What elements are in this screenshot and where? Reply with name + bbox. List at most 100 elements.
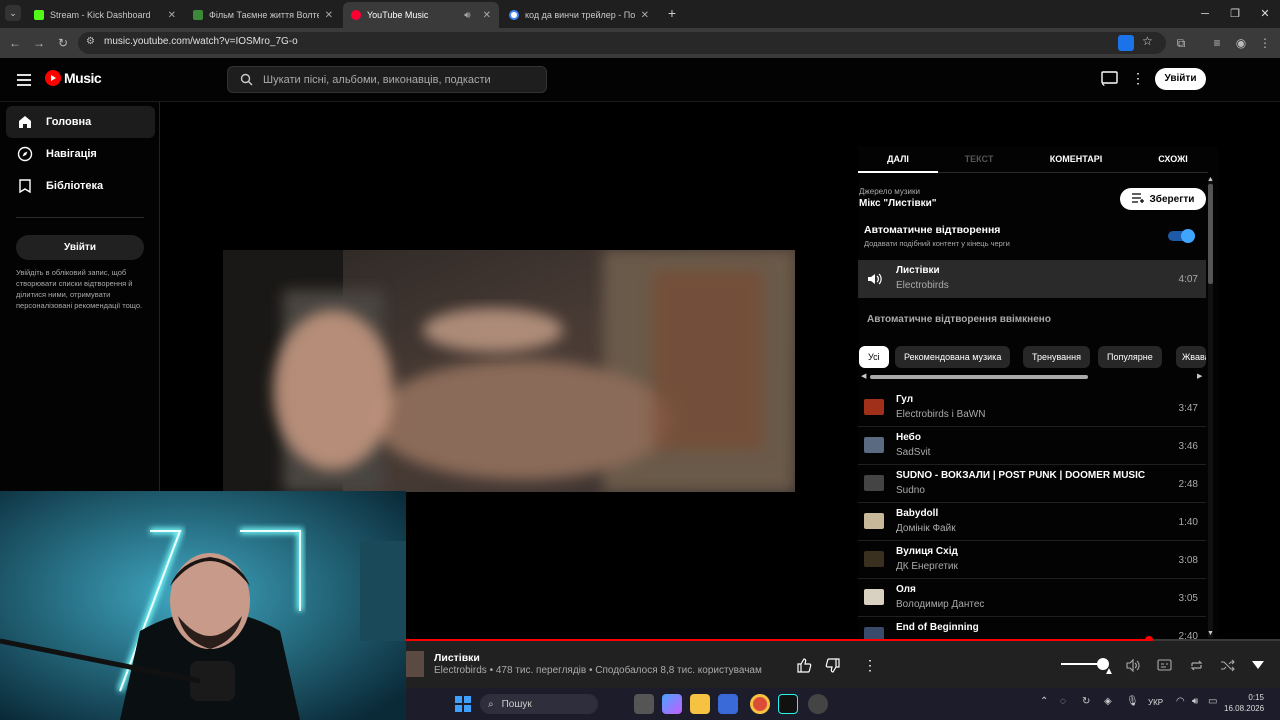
dislike-icon[interactable] [822,655,842,675]
tray-overflow-icon[interactable]: ⌃ [1040,696,1048,707]
queue-row[interactable]: Гул Electrobirds і BaWN 3:47 [858,389,1206,427]
captions-icon[interactable] [1154,655,1174,675]
tab-comments[interactable]: КОМЕНТАРІ [1032,146,1120,172]
back-button[interactable]: ← [6,34,24,52]
more-options-icon[interactable]: ⋮ [1131,70,1145,87]
chrome-icon[interactable] [750,694,770,714]
current-track-row[interactable]: Листівки Electrobirds 4:07 [858,260,1206,298]
save-button[interactable]: Зберегти [1120,188,1206,210]
new-tab-button[interactable]: + [664,5,680,21]
queue-row[interactable]: Babydoll Домінік Файк 1:40 [858,503,1206,541]
speaker-icon[interactable]: 🔊︎ [464,10,470,21]
profile-icon[interactable]: ◉ [1232,34,1250,52]
music-logo-icon [45,70,61,86]
microphone-icon[interactable]: 🎙︎ [1126,696,1139,707]
scroll-down-icon[interactable]: ▼ [1207,630,1214,637]
reload-button[interactable]: ↻ [54,34,72,52]
panel-scrollbar-thumb[interactable] [1208,184,1213,284]
browser-tab-google[interactable]: код да винчи трейлер - Пошук ✕ [501,2,657,28]
more-options-icon[interactable]: ⋮ [860,655,880,675]
sidebar-item-library[interactable]: Бібліотека [6,170,155,202]
search-input[interactable]: Шукати пісні, альбоми, виконавців, подка… [227,66,547,93]
queue-row[interactable]: Небо SadSvit 3:46 [858,427,1206,465]
chip-workout[interactable]: Тренування [1023,346,1090,368]
windows-start-icon[interactable] [455,696,471,717]
queue-row[interactable]: Оля Володимир Дантес 3:05 [858,579,1206,617]
tray-security-icon[interactable]: ◈ [1104,696,1112,707]
panel-scrollbar-track[interactable] [1208,178,1213,638]
wifi-icon[interactable]: ◠ [1176,696,1185,707]
queue-list: Гул Electrobirds і BaWN 3:47 Небо SadSvit 3:4… [858,389,1208,640]
autoplay-toggle[interactable] [1168,229,1195,243]
browser-tab-youtube-music[interactable]: YouTube Music 🔊︎ ✕ [343,2,499,28]
chip-scroll-left-icon[interactable]: ◀ [861,372,866,380]
queue-row[interactable]: End of Beginning 2:40 [858,617,1206,640]
battery-icon[interactable]: ▭ [1208,696,1217,707]
chip-scroll-right-icon[interactable]: ▶ [1197,372,1202,380]
forward-button[interactable]: → [30,34,48,52]
clock-date[interactable]: 16.08.2026 [1224,704,1264,713]
scroll-up-icon[interactable]: ▲ [1207,176,1214,183]
chip-recommended[interactable]: Рекомендована музика [895,346,1011,368]
media-control-icon[interactable]: ≡ [1208,34,1226,52]
taskbar-search[interactable]: ⌕ Пошук [480,694,598,714]
cast-icon[interactable] [1101,71,1118,91]
close-window-button[interactable]: ✕ [1250,0,1280,28]
sidebar-item-explore[interactable]: Навігація [6,138,155,170]
tab-search-button[interactable]: ⌄ [5,5,21,21]
expand-player-icon[interactable] [1248,655,1268,675]
logo-text: Music [64,70,102,86]
tiktok-icon[interactable] [778,694,798,714]
file-explorer-icon[interactable] [690,694,710,714]
close-icon[interactable]: ✕ [325,10,333,21]
minimize-button[interactable]: ─ [1190,0,1220,28]
repeat-icon[interactable] [1186,655,1206,675]
copilot-icon[interactable] [662,694,682,714]
tray-app-icon[interactable]: ◌ [1060,696,1066,707]
browser-tab-kick[interactable]: Stream - Kick Dashboard ✕ [26,2,184,28]
video-player[interactable] [223,250,795,492]
obs-icon[interactable] [808,694,828,714]
close-icon[interactable]: ✕ [483,10,491,21]
sidebar-signin-button[interactable]: Увійти [16,235,144,260]
track-artist: Володимир Дантес [896,599,985,610]
track-title: Гул [896,394,914,405]
translate-icon[interactable] [1118,35,1134,51]
input-language[interactable]: УКР [1148,698,1163,707]
volume-icon[interactable] [1122,655,1142,675]
extensions-icon[interactable]: ⧉ [1172,34,1190,52]
queue-row[interactable]: SUDNO - ВОКЗАЛИ | POST PUNK | DOOMER MUS… [858,465,1206,503]
menu-dots-icon[interactable]: ⋮ [1256,34,1274,52]
sidebar-item-home[interactable]: Головна [6,106,155,138]
close-icon[interactable]: ✕ [641,10,649,21]
sidebar-item-label: Навігація [46,148,97,160]
tab-lyrics[interactable]: ТЕКСТ [938,146,1020,172]
chip-popular[interactable]: Популярне [1098,346,1162,368]
browser-tab-film[interactable]: Фільм Таємне життя Волтера М ✕ [185,2,341,28]
site-info-icon[interactable]: ⚙ [86,36,95,47]
shuffle-icon[interactable] [1217,655,1237,675]
signin-button[interactable]: Увійти [1155,68,1206,90]
task-view-icon[interactable] [634,694,654,714]
chip-upbeat[interactable]: Жвава [1176,346,1206,368]
close-icon[interactable]: ✕ [168,10,176,21]
player-thumbnail[interactable] [406,651,424,677]
like-icon[interactable] [794,655,814,675]
queue-row[interactable]: Вулиця Схід ДК Енергетик 3:08 [858,541,1206,579]
hamburger-menu-icon[interactable] [15,71,33,89]
chip-scrollbar[interactable] [870,375,1088,379]
tab-title: Stream - Kick Dashboard [50,10,151,20]
bookmark-star-icon[interactable]: ☆ [1142,34,1153,48]
address-bar[interactable]: ⚙ music.youtube.com/watch?v=IOSMro_7G-o … [78,32,1166,54]
chip-all[interactable]: Усі [859,346,889,368]
tray-sync-icon[interactable]: ↻ [1082,696,1090,707]
tab-related[interactable]: СХОЖІ [1130,146,1216,172]
player-track-title[interactable]: Листівки [434,652,480,664]
speaker-icon[interactable]: 🔊︎ [1192,696,1198,707]
ytmusic-logo[interactable]: Music [45,70,102,86]
maximize-button[interactable]: ❐ [1220,0,1250,28]
store-icon[interactable] [718,694,738,714]
clock-time[interactable]: 0:15 [1240,693,1264,702]
tab-up-next[interactable]: ДАЛІ [858,146,938,172]
track-duration: 3:08 [1178,555,1198,566]
